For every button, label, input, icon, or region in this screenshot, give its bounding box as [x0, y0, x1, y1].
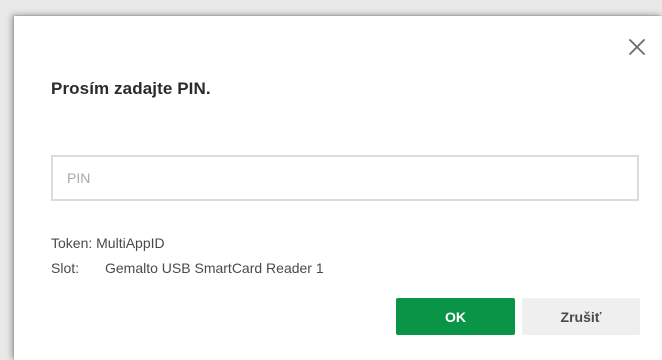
dialog-title: Prosím zadajte PIN.	[51, 79, 211, 98]
close-icon	[626, 36, 648, 58]
token-info: Token: MultiAppID	[51, 235, 165, 251]
token-value: MultiAppID	[96, 235, 165, 251]
slot-label: Slot:	[51, 260, 80, 276]
token-label: Token:	[51, 235, 93, 251]
pin-input[interactable]	[51, 155, 639, 201]
pin-dialog: Prosím zadajte PIN. Token: MultiAppID Sl…	[14, 16, 662, 360]
ok-button[interactable]: OK	[396, 298, 515, 335]
slot-value: Gemalto USB SmartCard Reader 1	[105, 260, 324, 276]
cancel-button[interactable]: Zrušiť	[522, 298, 640, 335]
slot-info: Slot: Gemalto USB SmartCard Reader 1	[51, 260, 324, 276]
close-button[interactable]	[626, 36, 648, 58]
